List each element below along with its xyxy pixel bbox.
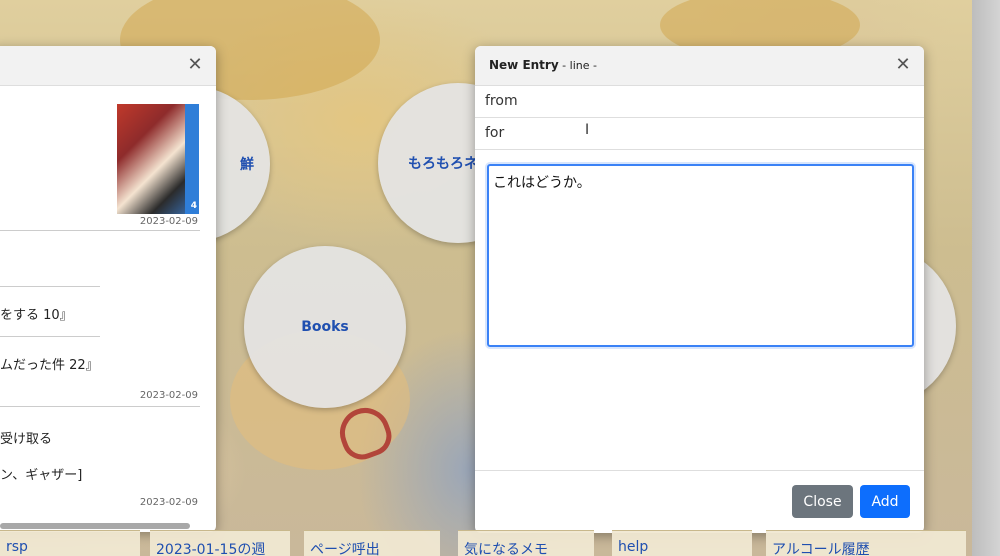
footer-divider [475,470,924,471]
entry-date: 2023-02-09 [139,216,198,227]
tab-rsp[interactable]: rsp [0,530,140,556]
tab-label: rsp [6,539,28,555]
modal-title: New Entry - line - [489,58,597,72]
close-button[interactable]: Close [792,485,853,518]
add-button[interactable]: Add [860,485,910,518]
circle-label: 鮮 [240,157,254,173]
divider [0,286,100,287]
close-icon[interactable]: ✕ [186,56,204,74]
circle-label: Books [301,319,349,335]
entry-date: 2023-02-09 [139,390,198,401]
tab-label: help [618,539,649,555]
book-spine [185,104,199,214]
message-textarea[interactable]: これはどうか。 [487,164,914,347]
divider [0,230,200,231]
for-input[interactable]: for [475,118,924,150]
tab-label: 気になるメモ [464,542,548,556]
tab-help[interactable]: help [612,530,752,556]
from-input[interactable]: from [475,86,924,118]
close-icon[interactable]: ✕ [894,56,912,74]
modal-header: New Entry - line - ✕ [475,46,924,86]
books-list-modal: ✕ 4 2023-02-09 をする 10』 ムだった件 22』 2023-02… [0,46,216,532]
volume-number: 4 [190,201,197,211]
tab-label: ページ呼出 [310,542,380,556]
tab-week[interactable]: 2023-01-15の週 [150,530,290,556]
book-cover-image[interactable]: 4 [117,104,199,214]
entry-title[interactable]: 受け取る [0,428,52,447]
entry-date: 2023-02-09 [139,497,198,508]
tab-alcohol-history[interactable]: アルコール履歴 [766,530,966,556]
divider [0,336,100,337]
modal-header: ✕ [0,46,216,86]
entry-title[interactable]: をする 10』 [0,304,73,323]
horizontal-scrollbar[interactable] [0,522,206,530]
circle-label: もろもろネ [408,156,478,172]
entry-title[interactable]: ムだった件 22』 [0,354,99,373]
text-cursor-icon: I [585,122,590,138]
tab-label: 2023-01-15の週 [156,542,266,556]
tab-page-call[interactable]: ページ呼出 [304,530,440,556]
new-entry-modal: New Entry - line - ✕ from for I これはどうか。 … [475,46,924,533]
scrollbar-thumb[interactable] [0,523,190,529]
scrollbar-strip [972,0,1000,556]
circle-menu-books[interactable]: Books [244,246,406,408]
divider [0,406,200,407]
entry-title[interactable]: ン、ギャザー] [0,464,82,483]
modal-title-text: New Entry [489,58,559,72]
tab-label: アルコール履歴 [772,542,870,556]
tab-memo[interactable]: 気になるメモ [458,530,594,556]
modal-subtitle: - line - [558,59,597,72]
